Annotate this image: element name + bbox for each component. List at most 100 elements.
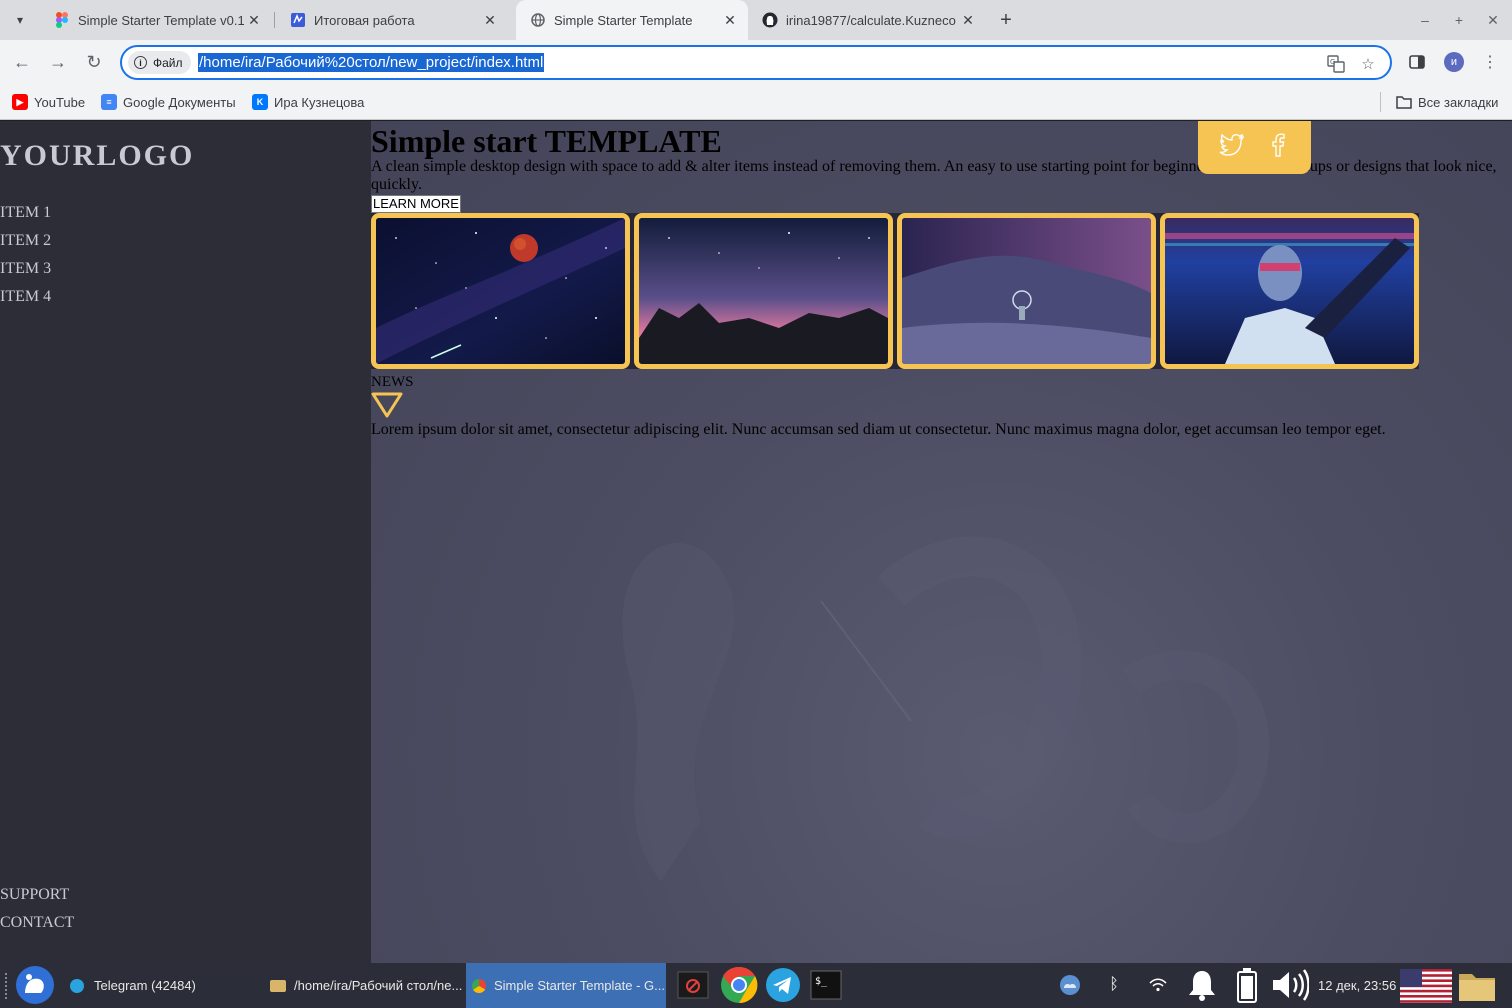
gallery-card[interactable]	[897, 213, 1156, 369]
github-icon	[762, 12, 778, 28]
tab-github[interactable]: irina19877/calculate.Kuzneco ✕	[748, 0, 986, 40]
close-window-button[interactable]: ✕	[1481, 8, 1505, 32]
close-icon[interactable]: ✕	[958, 10, 978, 30]
profile-button[interactable]: и	[1441, 49, 1467, 75]
bookmark-label: Ира Кузнецова	[274, 94, 365, 110]
bookmark-star-button[interactable]: ☆	[1357, 53, 1379, 75]
launcher-chrome[interactable]	[719, 965, 759, 1005]
bookmark-label: Google Документы	[123, 94, 236, 110]
bookmark-youtube[interactable]: ▶ YouTube	[12, 91, 85, 113]
tray-volume[interactable]	[1270, 969, 1310, 1001]
tray-bluetooth[interactable]: ᛒ	[1098, 969, 1130, 1001]
svg-text:G: G	[1330, 58, 1335, 66]
tab-title: Simple Starter Template v0.1 (	[78, 12, 244, 28]
tray-keyboard-layout[interactable]	[1400, 967, 1452, 1005]
side-panel-icon	[1409, 55, 1425, 69]
image-gallery	[371, 213, 1419, 369]
close-icon[interactable]: ✕	[720, 10, 740, 30]
clock-text: 12 дек, 23:56	[1318, 978, 1397, 993]
telegram-icon	[70, 978, 84, 993]
globe-icon	[530, 12, 546, 28]
translate-button[interactable]: G	[1325, 53, 1347, 75]
facebook-icon	[1272, 133, 1285, 157]
bookmark-label: YouTube	[34, 94, 86, 110]
launcher-terminal[interactable]: $_	[810, 969, 842, 1001]
bluetooth-icon: ᛒ	[1109, 976, 1119, 993]
new-tab-button[interactable]: +	[992, 6, 1020, 34]
taskbar-telegram[interactable]: Telegram (42484)	[62, 963, 258, 1008]
facebook-link[interactable]	[1264, 131, 1292, 159]
taskbar-grip	[5, 973, 9, 999]
launcher-telegram[interactable]	[764, 966, 802, 1004]
chevron-down-icon: ▾	[16, 13, 24, 27]
tab-strip: ▾ Simple Starter Template v0.1 ( ✕ Итого…	[0, 0, 1512, 40]
reload-button[interactable]: ↻	[80, 48, 108, 76]
google-docs-icon: ≡	[101, 94, 117, 110]
taskbar-item-label: Simple Starter Template - G...	[494, 978, 665, 993]
address-bar[interactable]: i Файл /home/ira/Рабочий%20стол/new_proj…	[120, 45, 1392, 80]
menu-button[interactable]: ⋮	[1477, 49, 1503, 75]
site-info-label: Файл	[153, 55, 183, 70]
side-panel-button[interactable]	[1404, 49, 1430, 75]
arrow-left-icon: ←	[13, 51, 31, 72]
gallery-card[interactable]	[371, 213, 630, 369]
bookmark-vk[interactable]: K Ира Кузнецова	[252, 91, 364, 113]
page-heading: Simple start TEMPLATE	[371, 123, 722, 159]
nav-item-2[interactable]: ITEM 2	[0, 232, 51, 250]
launcher-blocked-app[interactable]	[677, 969, 709, 1001]
gallery-card[interactable]	[634, 213, 893, 369]
telegram-icon	[766, 968, 800, 1002]
learn-more-button[interactable]: LEARN MORE	[371, 195, 461, 213]
site-logo[interactable]: YOURLOGO	[0, 139, 194, 173]
tray-clock[interactable]: 12 дек, 23:56	[1318, 963, 1396, 1008]
tray-notifications[interactable]	[1186, 969, 1218, 1001]
figma-icon	[54, 12, 70, 28]
nav-item-3[interactable]: ITEM 3	[0, 260, 51, 278]
cyberpunk-figure-image	[1165, 218, 1414, 364]
doc-icon	[290, 12, 306, 28]
info-icon: i	[134, 56, 147, 69]
xfce-menu-icon	[16, 966, 54, 1004]
nav-contact[interactable]: CONTACT	[0, 914, 74, 932]
tray-network[interactable]	[1142, 969, 1174, 1001]
nav-support[interactable]: SUPPORT	[0, 886, 69, 904]
bookmark-google-docs[interactable]: ≡ Google Документы	[101, 91, 236, 113]
tab-final-work[interactable]: Итоговая работа ✕	[276, 0, 508, 40]
site-info-chip[interactable]: i Файл	[128, 51, 191, 74]
maximize-button[interactable]: +	[1447, 8, 1471, 32]
tray-file-manager[interactable]	[1458, 968, 1496, 1004]
tab-title: Simple Starter Template	[554, 12, 693, 28]
weather-icon	[1060, 975, 1080, 995]
reload-icon: ↻	[86, 51, 102, 72]
taskbar-file-manager[interactable]: /home/ira/Рабочий стол/ne...	[262, 963, 464, 1008]
taskbar-item-label: /home/ira/Рабочий стол/ne...	[294, 978, 463, 993]
tray-battery[interactable]	[1231, 968, 1263, 1003]
terminal-icon: $_	[810, 970, 842, 1000]
minimize-button[interactable]: –	[1413, 8, 1437, 32]
close-icon[interactable]: ✕	[244, 10, 264, 30]
back-button[interactable]: ←	[8, 48, 36, 76]
tray-weather[interactable]	[1054, 969, 1086, 1001]
all-bookmarks-button[interactable]: Все закладки	[1396, 91, 1498, 113]
gallery-card[interactable]	[1160, 213, 1419, 369]
nav-item-1[interactable]: ITEM 1	[0, 204, 51, 222]
folder-icon	[1396, 94, 1412, 110]
tab-search-button[interactable]: ▾	[6, 6, 34, 34]
minimize-icon: –	[1421, 12, 1429, 28]
close-icon: ✕	[1487, 11, 1499, 28]
plus-icon: +	[1000, 8, 1012, 31]
forward-button[interactable]: →	[44, 48, 72, 76]
taskbar-chrome-window[interactable]: Simple Starter Template - G...	[466, 963, 666, 1008]
nav-item-4[interactable]: ITEM 4	[0, 288, 51, 306]
tab-simple-starter[interactable]: Simple Starter Template ✕	[516, 0, 748, 40]
close-icon[interactable]: ✕	[480, 10, 500, 30]
arrow-right-icon: →	[49, 51, 67, 72]
svg-text:$_: $_	[815, 976, 828, 987]
whisker-menu-button[interactable]	[14, 964, 56, 1006]
twitter-link[interactable]	[1218, 131, 1246, 159]
battery-icon	[1237, 968, 1257, 1003]
tab-figma[interactable]: Simple Starter Template v0.1 ( ✕	[40, 0, 272, 40]
tab-title: Итоговая работа	[314, 12, 415, 28]
url-text[interactable]: /home/ira/Рабочий%20стол/new_project/ind…	[198, 53, 545, 72]
translate-icon: G	[1327, 55, 1345, 73]
